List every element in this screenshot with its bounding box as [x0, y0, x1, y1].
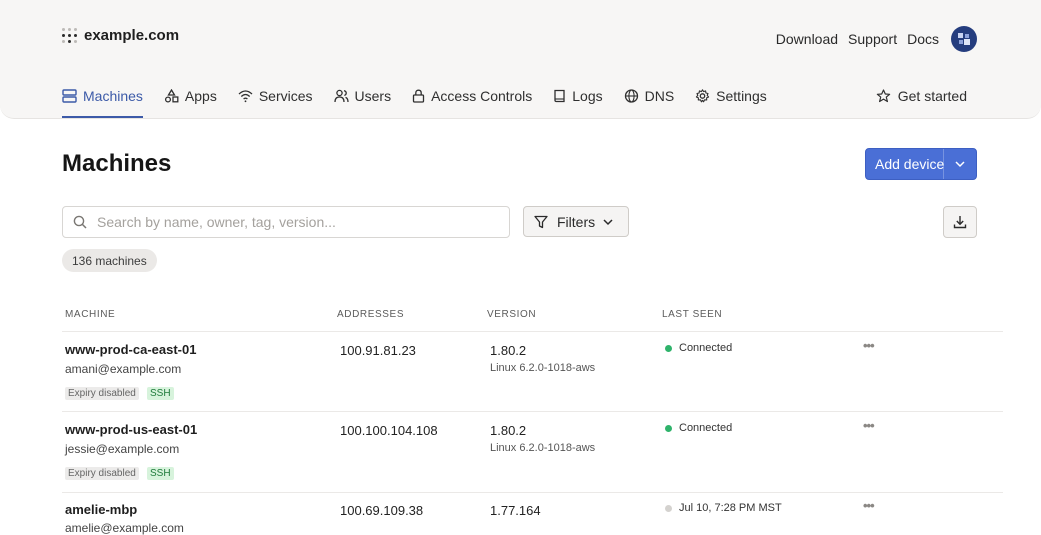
brand-logo[interactable]: example.com	[62, 27, 179, 44]
status-badge: Connected	[665, 422, 732, 434]
top-header: example.com Download Support Docs Machin…	[0, 0, 1041, 119]
export-button[interactable]	[943, 206, 977, 238]
status-text: Connected	[679, 422, 733, 434]
machine-address[interactable]: 100.100.104.108	[340, 423, 438, 438]
column-header-machine[interactable]: MACHINE	[65, 309, 115, 320]
globe-icon	[624, 89, 638, 103]
gear-icon	[696, 89, 710, 103]
table-divider	[62, 411, 1003, 412]
machine-os: Linux 6.2.0-1018-aws	[490, 442, 596, 454]
filters-label: Filters	[557, 213, 596, 230]
support-link[interactable]: Support	[848, 31, 897, 47]
machine-address[interactable]: 100.91.81.23	[340, 343, 416, 358]
machine-name[interactable]: www-prod-us-east-01	[65, 422, 197, 437]
more-options-icon[interactable]: •••	[863, 418, 875, 433]
nav-settings-label: Settings	[716, 88, 767, 104]
machine-version: 1.77.164	[490, 503, 541, 518]
users-icon	[333, 89, 349, 103]
chevron-down-icon[interactable]	[955, 160, 965, 168]
nav-apps[interactable]: Apps	[164, 82, 217, 118]
ssh-badge: SSH	[147, 467, 174, 480]
nav-users-label: Users	[354, 88, 392, 104]
online-status-dot	[665, 424, 672, 432]
machine-os: Linux 6.2.0-1018-aws	[490, 362, 596, 374]
nav-machines[interactable]: Machines	[62, 82, 143, 118]
get-started-link[interactable]: Get started	[876, 88, 967, 104]
chevron-down-icon	[603, 218, 613, 225]
download-icon	[953, 216, 967, 229]
main-nav: Machines Apps Services Users Access Cont…	[62, 82, 788, 118]
nav-logs-label: Logs	[572, 88, 603, 104]
machine-version: 1.80.2	[490, 423, 527, 438]
nav-dns[interactable]: DNS	[624, 82, 675, 118]
search-box[interactable]	[62, 206, 510, 238]
machine-count-badge: 136 machines	[62, 249, 157, 272]
expiry-disabled-badge: Expiry disabled	[65, 387, 139, 400]
top-links: Download Support Docs	[766, 26, 977, 52]
nav-users[interactable]: Users	[333, 82, 392, 118]
add-device-label: Add device	[875, 156, 945, 172]
button-divider	[943, 149, 944, 179]
machine-name[interactable]: amelie-mbp	[65, 502, 137, 517]
star-icon	[876, 89, 890, 103]
online-status-dot	[665, 344, 672, 352]
book-icon	[554, 89, 565, 103]
status-badge: Jul 10, 7:28 PM MST	[665, 502, 782, 514]
wifi-icon	[238, 90, 253, 103]
machine-owner: amelie@example.com	[65, 521, 184, 535]
status-text: Connected	[679, 342, 733, 354]
machine-owner: jessie@example.com	[65, 442, 180, 456]
filters-button[interactable]: Filters	[523, 206, 629, 237]
filter-icon	[534, 215, 548, 228]
nav-services[interactable]: Services	[238, 82, 313, 118]
nav-machines-label: Machines	[83, 88, 143, 104]
offline-status-dot	[665, 504, 672, 512]
apps-icon	[164, 89, 179, 103]
page-title: Machines	[62, 150, 172, 177]
add-device-button[interactable]: Add device	[865, 148, 977, 180]
nav-access-controls[interactable]: Access Controls	[412, 82, 532, 118]
brand-name: example.com	[84, 27, 180, 44]
nav-dns-label: DNS	[644, 88, 675, 104]
column-header-addresses[interactable]: ADDRESSES	[337, 309, 404, 320]
more-options-icon[interactable]: •••	[863, 498, 875, 513]
status-text: Jul 10, 7:28 PM MST	[679, 502, 782, 514]
avatar[interactable]	[951, 26, 977, 52]
download-link[interactable]: Download	[776, 31, 838, 47]
search-icon	[73, 215, 87, 229]
nav-services-label: Services	[258, 88, 313, 104]
machine-version: 1.80.2	[490, 343, 527, 358]
column-header-version[interactable]: VERSION	[487, 309, 536, 320]
nav-access-controls-label: Access Controls	[431, 88, 533, 104]
nav-logs[interactable]: Logs	[553, 82, 603, 118]
get-started-label: Get started	[897, 88, 967, 104]
search-input[interactable]	[95, 213, 479, 231]
nav-settings[interactable]: Settings	[695, 82, 767, 118]
machines-icon	[62, 89, 77, 103]
machine-address[interactable]: 100.69.109.38	[340, 503, 423, 518]
status-badge: Connected	[665, 342, 732, 354]
lock-icon	[412, 89, 425, 103]
table-divider	[62, 331, 1003, 332]
more-options-icon[interactable]: •••	[863, 338, 875, 353]
docs-link[interactable]: Docs	[907, 31, 939, 47]
ssh-badge: SSH	[147, 387, 174, 400]
nav-apps-label: Apps	[184, 88, 217, 104]
machine-owner: amani@example.com	[65, 362, 182, 376]
table-divider	[62, 492, 1003, 493]
logo-icon	[62, 28, 77, 43]
machine-name[interactable]: www-prod-ca-east-01	[65, 342, 196, 357]
column-header-last-seen[interactable]: LAST SEEN	[662, 309, 722, 320]
expiry-disabled-badge: Expiry disabled	[65, 467, 139, 480]
